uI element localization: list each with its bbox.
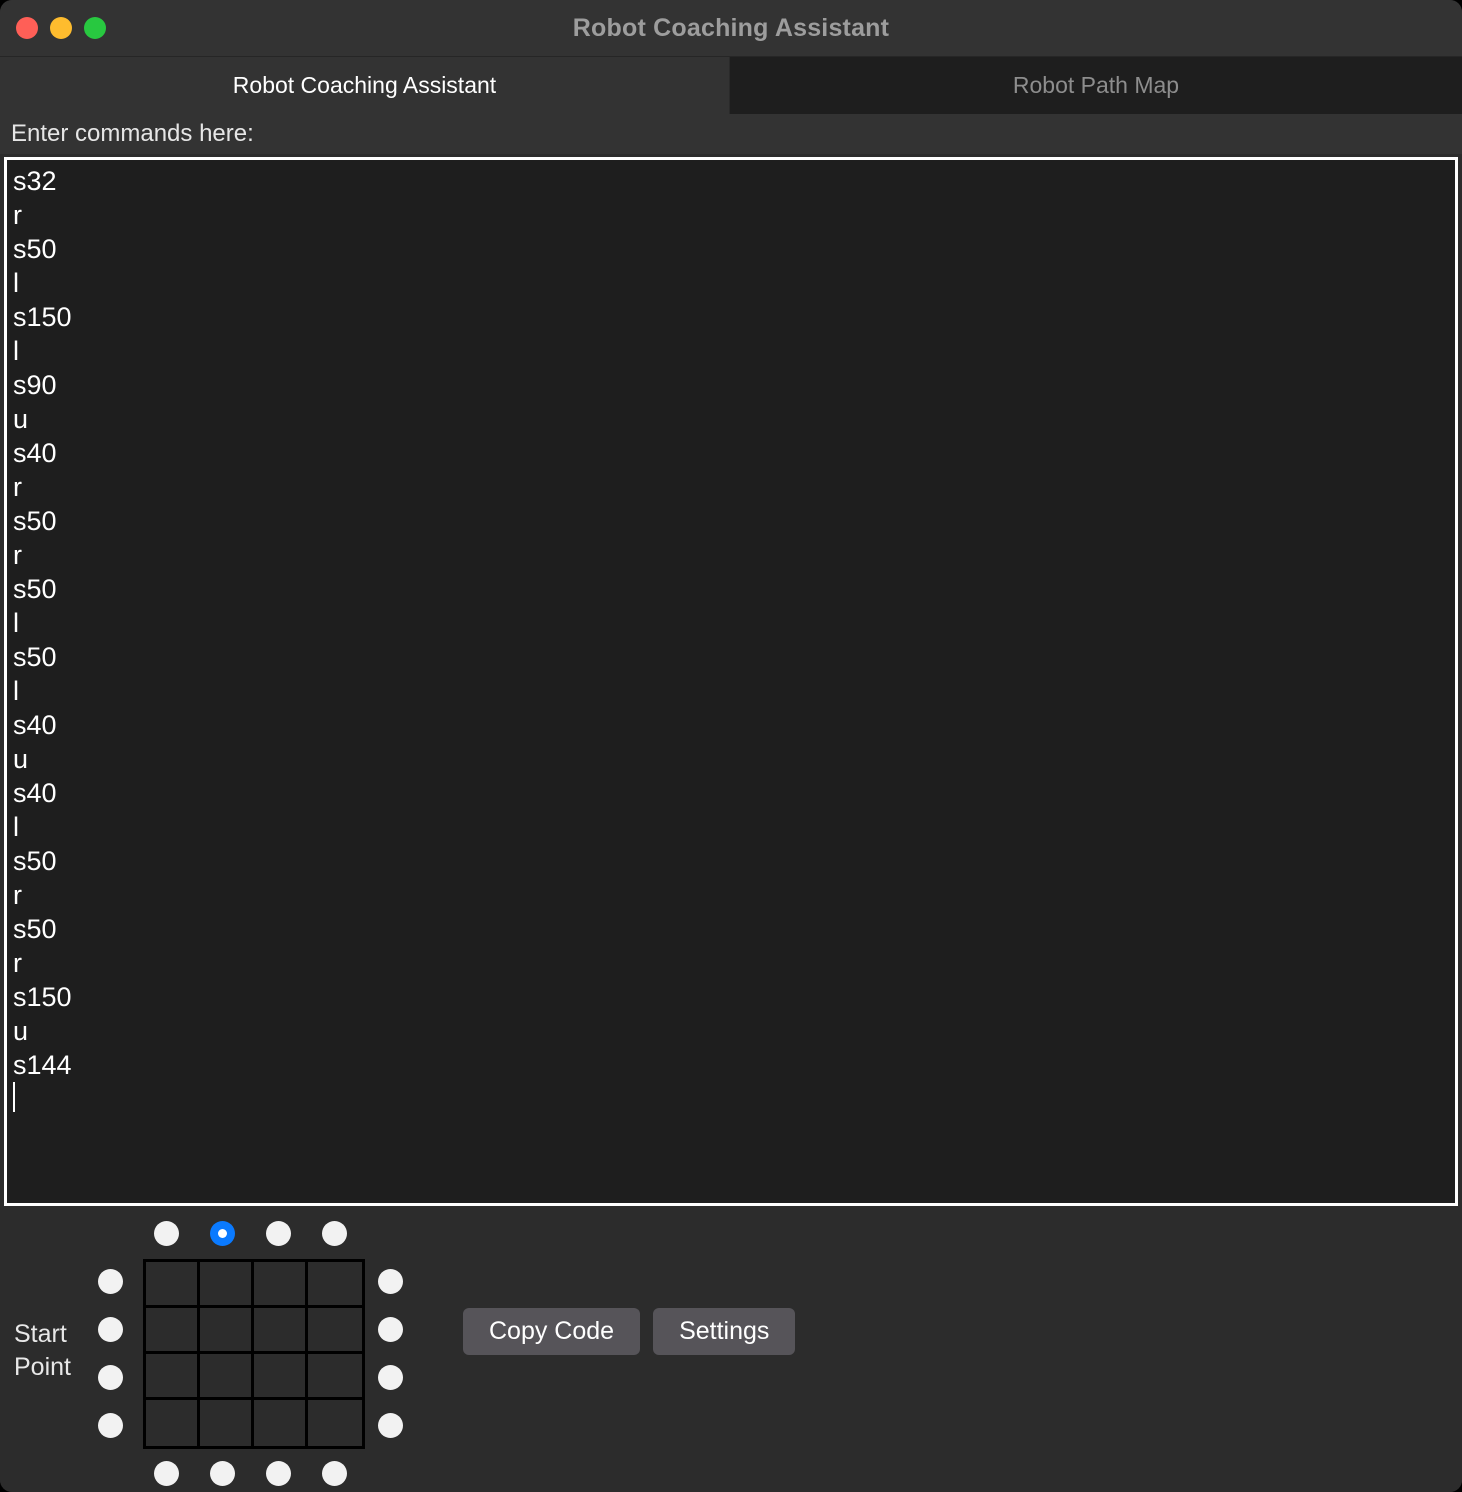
grid-cell[interactable] xyxy=(200,1308,254,1354)
grid-cell[interactable] xyxy=(308,1308,362,1354)
start-point-label: Start Point xyxy=(14,1318,94,1384)
command-line: s40 xyxy=(13,438,57,468)
minimize-window-button[interactable] xyxy=(50,17,72,39)
settings-button[interactable]: Settings xyxy=(653,1308,796,1355)
command-line: r xyxy=(13,880,22,910)
grid-cell[interactable] xyxy=(254,1308,308,1354)
start-point-radio-top-4[interactable] xyxy=(322,1221,347,1246)
bottom-control-panel: Start Point Copy Code Settings xyxy=(0,1206,1462,1492)
command-line: l xyxy=(13,676,19,706)
command-editor[interactable]: s32 r s50 l s150 l s90 u s40 r s50 r s50 l s50 l s40 u s40… xyxy=(4,157,1458,1206)
command-line: s40 xyxy=(13,710,57,740)
tab-robot-path-map[interactable]: Robot Path Map xyxy=(730,57,1462,114)
title-bar: Robot Coaching Assistant xyxy=(0,0,1462,56)
grid-cell[interactable] xyxy=(200,1262,254,1308)
grid-cell[interactable] xyxy=(254,1354,308,1400)
grid-cell[interactable] xyxy=(146,1308,200,1354)
command-line: s50 xyxy=(13,846,57,876)
command-line: s40 xyxy=(13,778,57,808)
grid-cell[interactable] xyxy=(308,1400,362,1446)
command-line: r xyxy=(13,200,22,230)
command-line: s90 xyxy=(13,370,57,400)
command-line: l xyxy=(13,608,19,638)
action-button-group: Copy Code Settings xyxy=(463,1308,796,1355)
close-window-button[interactable] xyxy=(16,17,38,39)
grid-cell[interactable] xyxy=(308,1354,362,1400)
start-point-radio-bottom-2[interactable] xyxy=(210,1461,235,1486)
command-line: u xyxy=(13,1016,29,1046)
grid-cell[interactable] xyxy=(200,1354,254,1400)
start-point-radio-right-2[interactable] xyxy=(378,1317,403,1342)
start-point-radio-top-3[interactable] xyxy=(266,1221,291,1246)
start-point-radio-left-2[interactable] xyxy=(98,1317,123,1342)
app-window: Robot Coaching Assistant Robot Coaching … xyxy=(0,0,1462,1492)
grid-cell[interactable] xyxy=(254,1262,308,1308)
command-line: s50 xyxy=(13,642,57,672)
start-point-radio-right-1[interactable] xyxy=(378,1269,403,1294)
copy-code-button[interactable]: Copy Code xyxy=(463,1308,641,1355)
start-point-label-line1: Start xyxy=(14,1320,67,1348)
grid-cell[interactable] xyxy=(200,1400,254,1446)
start-point-selector: Start Point xyxy=(0,1206,420,1492)
command-line: s144 xyxy=(13,1050,72,1080)
maximize-window-button[interactable] xyxy=(84,17,106,39)
grid-cell[interactable] xyxy=(146,1400,200,1446)
window-title: Robot Coaching Assistant xyxy=(572,13,890,42)
command-line: s150 xyxy=(13,302,72,332)
start-point-label-line2: Point xyxy=(14,1353,71,1381)
traffic-light-group xyxy=(16,17,106,39)
command-line: s50 xyxy=(13,234,57,264)
command-line: l xyxy=(13,268,19,298)
command-line: r xyxy=(13,472,22,502)
command-line-list[interactable]: s32 r s50 l s150 l s90 u s40 r s50 r s50 l s50 l s40 u s40… xyxy=(7,160,1455,1082)
command-line: s32 xyxy=(13,166,57,196)
enter-commands-label: Enter commands here: xyxy=(11,120,254,147)
grid-cell[interactable] xyxy=(146,1354,200,1400)
command-line: r xyxy=(13,948,22,978)
path-grid-board xyxy=(143,1259,365,1449)
command-line: s50 xyxy=(13,574,57,604)
grid-cell[interactable] xyxy=(146,1262,200,1308)
command-line: s50 xyxy=(13,506,57,536)
command-line: l xyxy=(13,336,19,366)
grid-cell[interactable] xyxy=(308,1262,362,1308)
prompt-row: Enter commands here: xyxy=(0,114,1462,154)
command-line: s50 xyxy=(13,914,57,944)
start-point-radio-bottom-3[interactable] xyxy=(266,1461,291,1486)
command-line: l xyxy=(13,812,19,842)
command-line: u xyxy=(13,744,29,774)
start-point-radio-bottom-4[interactable] xyxy=(322,1461,347,1486)
tab-bar: Robot Coaching Assistant Robot Path Map xyxy=(0,56,1462,114)
tab-robot-coaching-assistant[interactable]: Robot Coaching Assistant xyxy=(0,57,730,114)
grid-cell[interactable] xyxy=(254,1400,308,1446)
start-point-radio-top-2[interactable] xyxy=(210,1221,235,1246)
start-point-radio-right-3[interactable] xyxy=(378,1365,403,1390)
command-line: s150 xyxy=(13,982,72,1012)
start-point-radio-top-1[interactable] xyxy=(154,1221,179,1246)
command-line: r xyxy=(13,540,22,570)
start-point-radio-left-1[interactable] xyxy=(98,1269,123,1294)
start-point-radio-left-3[interactable] xyxy=(98,1365,123,1390)
text-caret xyxy=(13,1082,15,1112)
start-point-radio-left-4[interactable] xyxy=(98,1413,123,1438)
start-point-radio-bottom-1[interactable] xyxy=(154,1461,179,1486)
start-point-radio-right-4[interactable] xyxy=(378,1413,403,1438)
command-line: u xyxy=(13,404,29,434)
